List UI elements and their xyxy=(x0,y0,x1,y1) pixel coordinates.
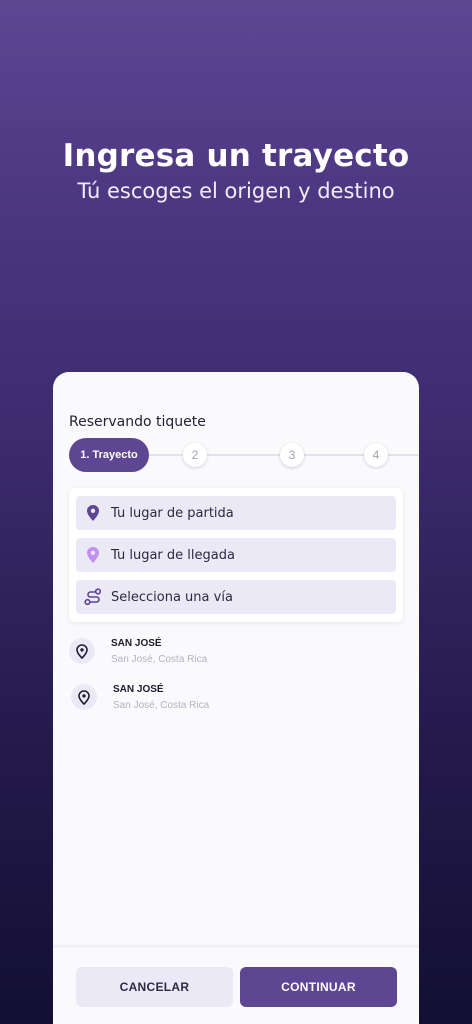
arrival-field[interactable]: Tu lugar de llegada xyxy=(76,538,396,572)
location-detail: San José, Costa Rica xyxy=(111,653,208,665)
location-pin-icon xyxy=(71,684,97,710)
route-placeholder: Selecciona una vía xyxy=(111,589,233,605)
step-2[interactable]: 2 xyxy=(183,443,207,467)
footer-bar: CANCELAR CONTINUAR xyxy=(53,946,419,1024)
step-1-active[interactable]: 1. Trayecto xyxy=(69,438,149,472)
location-detail: San José, Costa Rica xyxy=(113,699,210,711)
continue-button[interactable]: CONTINUAR xyxy=(240,967,397,1007)
cancel-button[interactable]: CANCELAR xyxy=(76,967,233,1007)
location-item[interactable]: SAN JOSÉ San José, Costa Rica xyxy=(69,634,207,668)
step-4[interactable]: 4 xyxy=(364,443,388,467)
stepper: 1. Trayecto 2 3 4 xyxy=(69,438,419,472)
location-name: SAN JOSÉ xyxy=(113,683,164,695)
hero: Ingresa un trayecto Tú escoges el origen… xyxy=(0,136,472,206)
location-name: SAN JOSÉ xyxy=(111,637,162,649)
step-3[interactable]: 3 xyxy=(280,443,304,467)
departure-field[interactable]: Tu lugar de partida xyxy=(76,496,396,530)
card-title: Reservando tiquete xyxy=(69,414,206,430)
booking-card: Reservando tiquete 1. Trayecto 2 3 4 Tu … xyxy=(53,372,419,1024)
pin-light-icon xyxy=(84,546,102,564)
departure-placeholder: Tu lugar de partida xyxy=(111,505,234,521)
location-pin-icon xyxy=(69,638,95,664)
page-subtitle: Tú escoges el origen y destino xyxy=(77,179,395,203)
route-form: Tu lugar de partida Tu lugar de llegada … xyxy=(69,488,403,622)
arrival-placeholder: Tu lugar de llegada xyxy=(111,547,235,563)
page-title: Ingresa un trayecto xyxy=(62,138,410,174)
pin-filled-icon xyxy=(84,504,102,522)
location-item[interactable]: SAN JOSÉ San José, Costa Rica xyxy=(71,680,209,714)
route-field[interactable]: Selecciona una vía xyxy=(76,580,396,614)
route-icon xyxy=(84,588,102,606)
